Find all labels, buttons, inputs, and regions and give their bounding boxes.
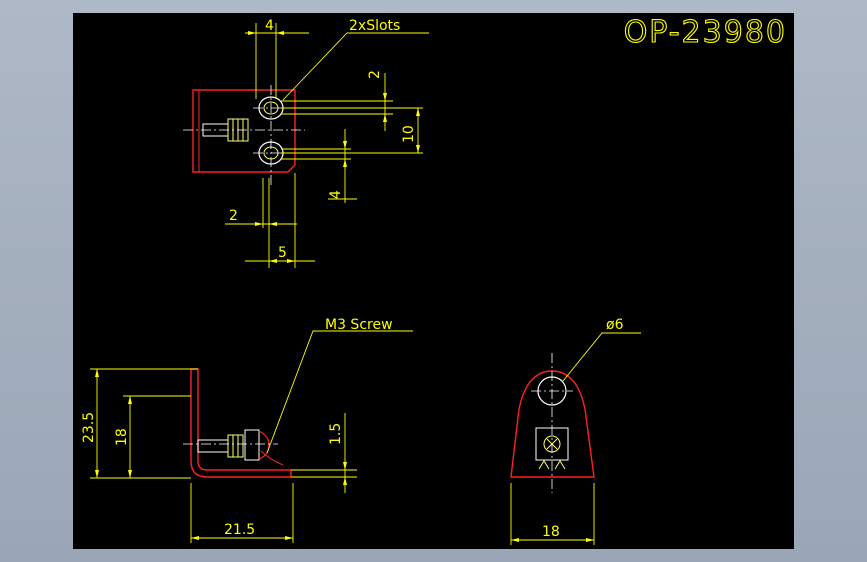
hole-leader xyxy=(562,332,641,382)
dim-left-offset: 2 xyxy=(229,208,238,224)
dim-slot-spacing: 10 xyxy=(401,125,417,143)
side-screw xyxy=(197,429,284,466)
side-dimension-lines xyxy=(90,368,357,543)
screw-callout-label: M3 Screw xyxy=(325,317,393,333)
side-view: M3 Screw 23.5 18 1.5 21.5 xyxy=(81,317,413,543)
dim-length: 21.5 xyxy=(224,522,255,538)
front-view: ø6 18 xyxy=(510,317,641,545)
top-plate-outline xyxy=(192,89,296,173)
dim-bottom-width: 5 xyxy=(278,245,287,261)
dim-slot-offset: 4 xyxy=(328,190,344,199)
dim-slot-width: 4 xyxy=(265,18,274,34)
dim-height-hole: 18 xyxy=(114,428,130,446)
cad-viewport[interactable]: OP-23980 2xSlots 4 2 10 4 2 5 M3 Screw 2… xyxy=(73,13,794,549)
front-centerlines xyxy=(531,353,573,493)
dim-height-total: 23.5 xyxy=(81,412,97,443)
slot-callout-label: 2xSlots xyxy=(349,18,400,34)
side-bracket-outline xyxy=(190,368,292,478)
cad-drawing: OP-23980 2xSlots 4 2 10 4 2 5 M3 Screw 2… xyxy=(81,14,787,545)
part-number-title: OP-23980 xyxy=(624,15,787,50)
top-dimension-lines xyxy=(225,23,423,268)
dim-front-width: 18 xyxy=(542,524,560,540)
front-bracket-outline xyxy=(510,370,595,478)
slots-leader xyxy=(282,32,429,101)
hole-callout-label: ø6 xyxy=(606,317,624,333)
dim-slot-height: 2 xyxy=(367,70,383,79)
dim-thickness: 1.5 xyxy=(328,423,344,445)
top-view: 2xSlots 4 2 10 4 2 5 xyxy=(183,18,429,268)
